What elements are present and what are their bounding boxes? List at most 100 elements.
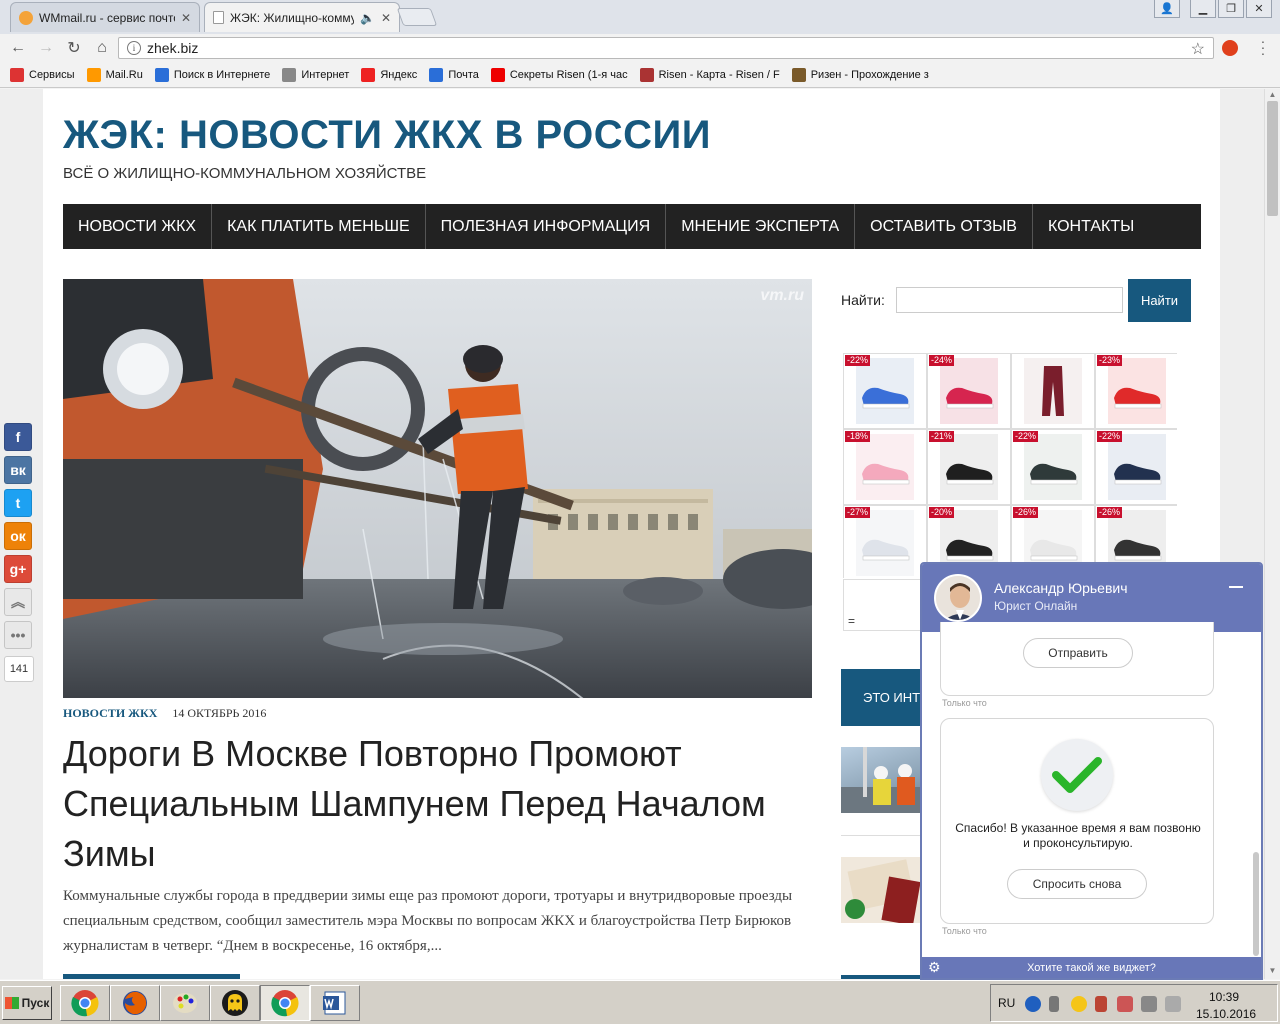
taskbar-ghostery[interactable] bbox=[210, 985, 260, 1021]
shop-footer-text: = bbox=[848, 614, 856, 628]
tab-wmmail[interactable]: WMmail.ru - сервис почтов ✕ bbox=[10, 2, 200, 32]
bookmark-item[interactable]: Mail.Ru bbox=[86, 67, 143, 82]
volume-icon[interactable] bbox=[1095, 996, 1107, 1012]
language-indicator[interactable]: RU bbox=[998, 996, 1015, 1010]
shop-item[interactable]: -22% bbox=[1012, 430, 1094, 504]
menu-icon[interactable]: · · · bbox=[1256, 34, 1270, 60]
shop-item[interactable]: -21% bbox=[928, 430, 1010, 504]
odnoklassniki-icon[interactable]: ок bbox=[4, 522, 32, 550]
info-icon[interactable]: i bbox=[127, 41, 141, 55]
page-scrollbar[interactable]: ▲ ▼ bbox=[1264, 89, 1280, 979]
site-title[interactable]: ЖЭК: НОВОСТИ ЖКХ В РОССИИ bbox=[63, 113, 711, 158]
gear-icon[interactable]: ⚙ bbox=[928, 959, 941, 976]
ask-again-button[interactable]: Спросить снова bbox=[1007, 869, 1147, 899]
widget-promo-link[interactable]: Хотите такой же виджет? bbox=[1027, 962, 1156, 974]
taskbar-paint[interactable] bbox=[160, 985, 210, 1021]
bookmark-item[interactable]: Яндекс bbox=[361, 67, 417, 82]
shop-item[interactable] bbox=[1012, 354, 1094, 428]
firefox-icon bbox=[123, 991, 147, 1015]
profile-icon[interactable]: 👤 bbox=[1154, 0, 1180, 18]
scroll-thumb[interactable] bbox=[1267, 101, 1278, 216]
security-icon[interactable] bbox=[1117, 996, 1133, 1012]
facebook-icon[interactable]: f bbox=[4, 423, 32, 451]
close-button[interactable]: ✕ bbox=[1246, 0, 1272, 18]
close-icon[interactable]: ✕ bbox=[181, 11, 191, 25]
bookmark-item[interactable]: Сервисы bbox=[10, 67, 75, 82]
browser-toolbar: ← → ↻ ⌂ i zhek.biz ☆ bbox=[0, 34, 1280, 62]
message-timestamp: Только что bbox=[942, 926, 987, 936]
forward-button[interactable]: → bbox=[32, 35, 60, 61]
search-button[interactable]: Найти bbox=[1128, 279, 1191, 322]
system-tray: RU 10:39 15.10.2016 bbox=[990, 984, 1278, 1022]
bookmark-star-icon[interactable]: ☆ bbox=[1191, 39, 1205, 59]
bookmark-label: Ризен - Прохождение з bbox=[810, 68, 929, 81]
minimize-button[interactable]: ▁ bbox=[1190, 0, 1216, 18]
arrow-icon[interactable] bbox=[1049, 996, 1059, 1012]
vkontakte-icon[interactable]: вк bbox=[4, 456, 32, 484]
bookmark-item[interactable]: Интернет bbox=[282, 67, 349, 82]
sidebar-thumbnail-workers[interactable] bbox=[841, 747, 921, 813]
pants-image bbox=[1024, 358, 1082, 424]
reload-button[interactable]: ↻ bbox=[60, 35, 88, 61]
twitter-icon[interactable]: t bbox=[4, 489, 32, 517]
scroll-up-arrow-icon[interactable]: ▲ bbox=[1265, 89, 1280, 101]
start-button[interactable]: Пуск bbox=[2, 986, 52, 1020]
browser-titlebar: WMmail.ru - сервис почтов ✕ ЖЭК: Жилищно… bbox=[0, 0, 1280, 34]
taskbar-word[interactable] bbox=[310, 985, 360, 1021]
nav-useful-info[interactable]: ПОЛЕЗНАЯ ИНФОРМАЦИЯ bbox=[426, 204, 667, 249]
shop-item[interactable]: -24% bbox=[928, 354, 1010, 428]
google-plus-icon[interactable]: g+ bbox=[4, 555, 32, 583]
nav-news[interactable]: НОВОСТИ ЖКХ bbox=[63, 204, 213, 249]
taskbar-chrome-active[interactable] bbox=[260, 985, 310, 1021]
send-button[interactable]: Отправить bbox=[1023, 638, 1133, 668]
shop-item[interactable]: -22% bbox=[1096, 430, 1178, 504]
shop-item[interactable]: -22% bbox=[844, 354, 926, 428]
promo-button[interactable]: ЭТО ИНТ bbox=[841, 669, 921, 726]
display-icon[interactable] bbox=[1165, 996, 1181, 1012]
more-icon[interactable]: ••• bbox=[4, 621, 32, 649]
shop-item[interactable]: -23% bbox=[1096, 354, 1178, 428]
bookmark-item[interactable]: Ризен - Прохождение з bbox=[791, 67, 929, 82]
maximize-button[interactable]: ❐ bbox=[1218, 0, 1244, 18]
nav-leave-review[interactable]: ОСТАВИТЬ ОТЗЫВ bbox=[855, 204, 1033, 249]
nav-expert-opinion[interactable]: МНЕНИЕ ЭКСПЕРТА bbox=[666, 204, 856, 249]
chat-footer[interactable]: ⚙ Хотите такой же виджет? bbox=[922, 957, 1261, 978]
scroll-up-icon[interactable]: ︽ bbox=[4, 588, 32, 616]
tab-zhek[interactable]: ЖЭК: Жилищно-коммуна 🔈 ✕ bbox=[204, 2, 400, 32]
post-image[interactable]: vm.ru bbox=[63, 279, 812, 698]
help-icon[interactable] bbox=[1025, 996, 1041, 1012]
nav-pay-less[interactable]: КАК ПЛАТИТЬ МЕНЬШЕ bbox=[212, 204, 426, 249]
extension-icon[interactable] bbox=[1222, 40, 1238, 56]
shop-item[interactable]: -18% bbox=[844, 430, 926, 504]
post-title[interactable]: Дороги В Москве Повторно Промоют Специал… bbox=[63, 729, 823, 879]
network-icon[interactable] bbox=[1141, 996, 1157, 1012]
bookmark-item[interactable]: Секреты Risen (1-я час bbox=[490, 67, 628, 82]
search-icon bbox=[154, 67, 169, 82]
search-input[interactable] bbox=[896, 287, 1123, 313]
new-tab-button[interactable] bbox=[396, 8, 438, 26]
back-button[interactable]: ← bbox=[4, 35, 32, 61]
sidebar-thumbnail-documents[interactable] bbox=[841, 857, 921, 923]
taskbar-firefox[interactable] bbox=[110, 985, 160, 1021]
clock-date[interactable]: 15.10.2016 bbox=[1196, 1007, 1256, 1021]
clock-time[interactable]: 10:39 bbox=[1209, 990, 1239, 1004]
ghost-tray-icon[interactable] bbox=[1071, 996, 1087, 1012]
bookmark-item[interactable]: Поиск в Интернете bbox=[154, 67, 270, 82]
discount-badge: -18% bbox=[845, 431, 871, 442]
address-bar[interactable]: i zhek.biz ☆ bbox=[118, 37, 1214, 59]
post-category-link[interactable]: НОВОСТИ ЖКХ bbox=[63, 706, 157, 720]
nav-contacts[interactable]: КОНТАКТЫ bbox=[1033, 204, 1149, 249]
bookmark-item[interactable]: Risen - Карта - Risen / F bbox=[639, 67, 780, 82]
bookmark-item[interactable]: Почта bbox=[429, 67, 479, 82]
minimize-icon[interactable] bbox=[1229, 586, 1243, 588]
windows-logo-icon bbox=[4, 997, 19, 1009]
sneaker-image bbox=[940, 434, 998, 500]
read-more-button[interactable] bbox=[63, 974, 240, 979]
close-icon[interactable]: ✕ bbox=[381, 11, 391, 25]
scroll-down-arrow-icon[interactable]: ▼ bbox=[1265, 965, 1280, 977]
chat-scrollbar[interactable] bbox=[1253, 852, 1259, 956]
start-label: Пуск bbox=[21, 996, 50, 1010]
taskbar-chrome[interactable] bbox=[60, 985, 110, 1021]
home-button[interactable]: ⌂ bbox=[88, 35, 116, 61]
shop-item[interactable]: -27% bbox=[844, 506, 926, 580]
